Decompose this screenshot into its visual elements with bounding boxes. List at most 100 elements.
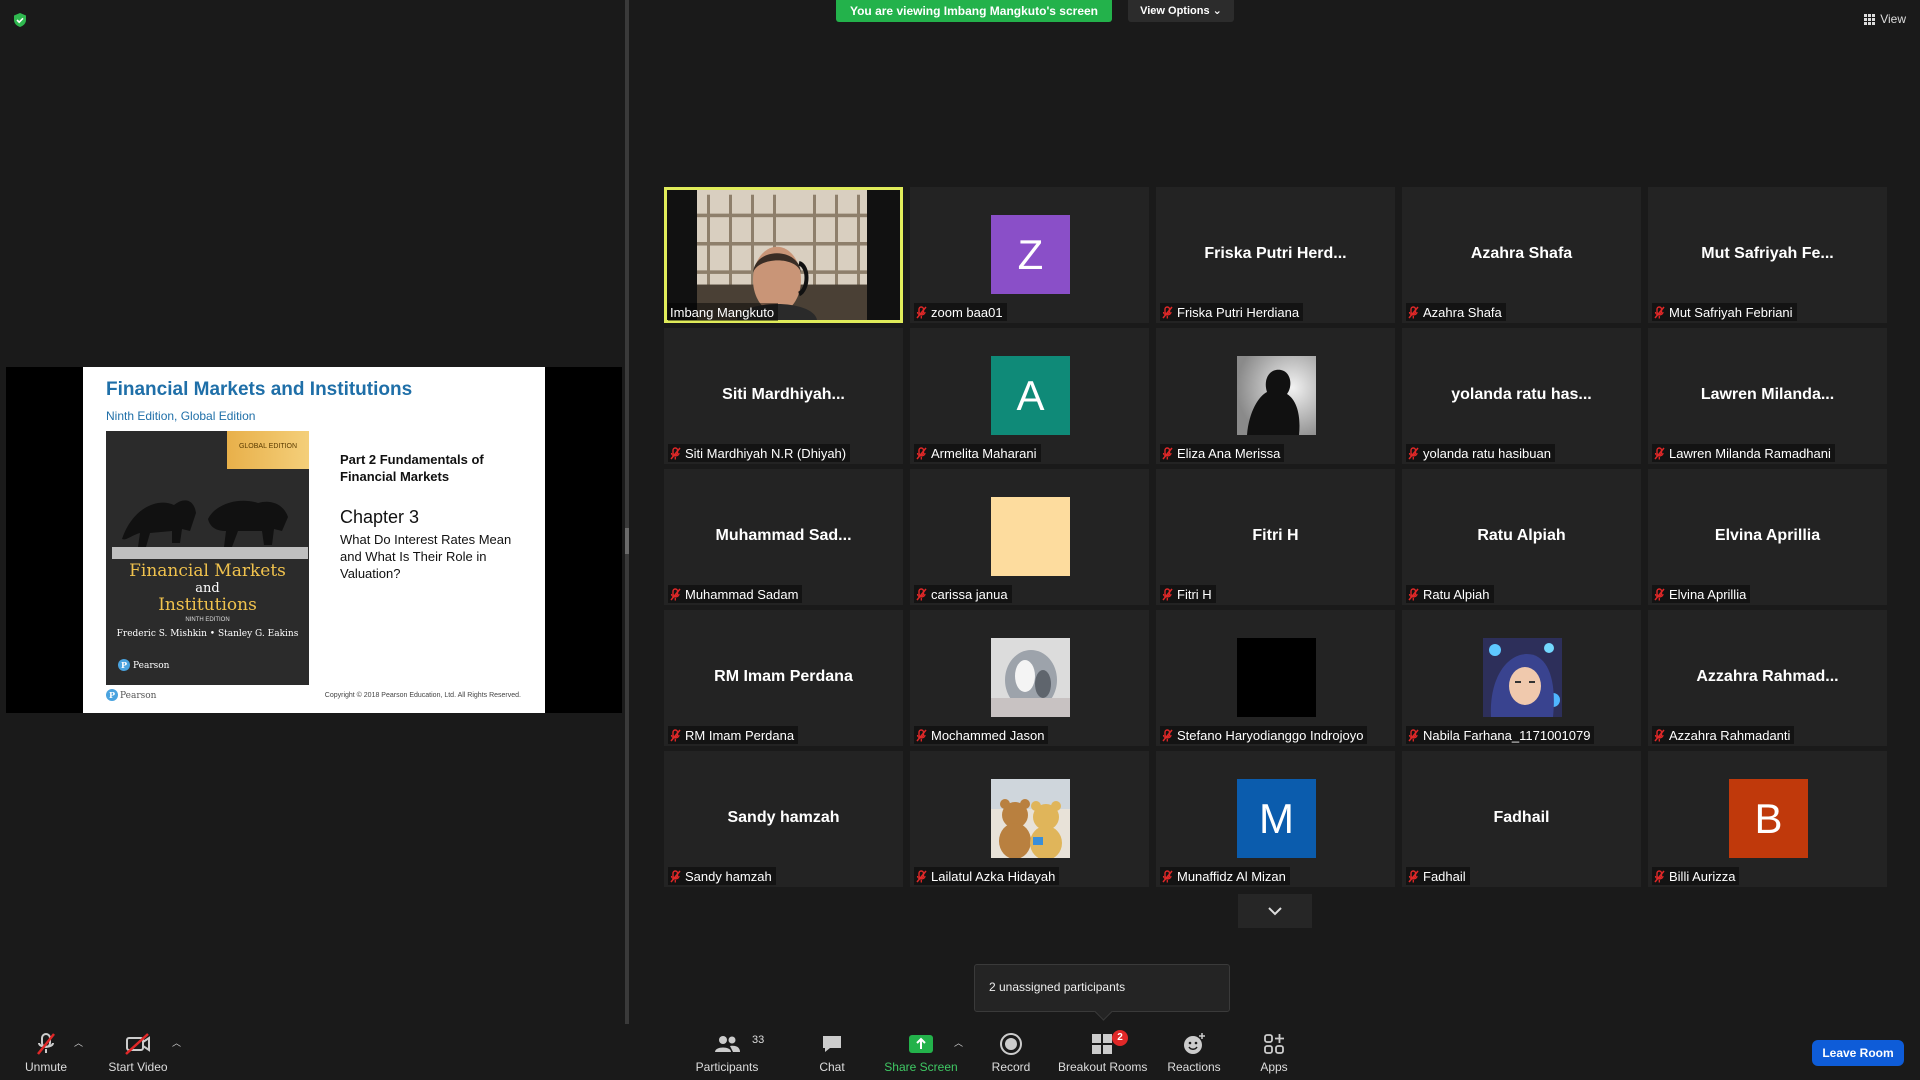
participant-name-label: Sandy hamzah [668, 867, 776, 885]
participant-tile-zoom-baa01[interactable]: Zzoom baa01 [910, 187, 1149, 323]
chat-label: Chat [819, 1060, 845, 1074]
apps-button[interactable]: Apps [1256, 1032, 1292, 1078]
participant-name-label: RM Imam Perdana [668, 726, 799, 744]
participant-name: carissa janua [931, 586, 1008, 602]
microphone-muted-icon [1408, 446, 1419, 459]
shared-slide-frame: Financial Markets and Institutions Ninth… [6, 367, 622, 713]
microphone-muted-icon [1408, 305, 1419, 318]
bull-bear-sculpture-image [112, 500, 308, 559]
participant-tile-azahra-shafa[interactable]: Azahra Shafa Azahra Shafa [1402, 187, 1641, 323]
chat-button[interactable]: Chat [812, 1032, 852, 1078]
participant-profile-photo [991, 779, 1070, 860]
participant-name: Nabila Farhana_1171001079 [1423, 727, 1591, 743]
participant-avatar: Z [991, 215, 1070, 294]
participant-tile-muhammad-sadam[interactable]: Muhammad Sad... Muhammad Sadam [664, 469, 903, 605]
video-options-caret-icon[interactable]: ︿ [172, 1036, 181, 1049]
participant-name-label: Fadhail [1406, 867, 1470, 885]
participant-name-label: Mut Safriyah Febriani [1652, 303, 1797, 321]
participant-tile-nabila-farhana-1171001079[interactable]: Nabila Farhana_1171001079 [1402, 610, 1641, 746]
participant-tile-elvina-aprillia[interactable]: Elvina Aprillia Elvina Aprillia [1648, 469, 1887, 605]
participant-name: RM Imam Perdana [685, 727, 795, 743]
participant-tile-mut-safriyah-febriani[interactable]: Mut Safriyah Fe... Mut Safriyah Febriani [1648, 187, 1887, 323]
share-screen-button[interactable]: Share Screen [884, 1032, 958, 1078]
participant-name-label: Azahra Shafa [1406, 303, 1506, 321]
view-options-button[interactable]: View Options ⌄ [1128, 0, 1234, 22]
slide-footer-logo: P Pearson [106, 689, 156, 701]
participant-tile-fadhail[interactable]: Fadhail Fadhail [1402, 751, 1641, 887]
slide-chapter: Chapter 3 [340, 507, 420, 527]
participant-name: Ratu Alpiah [1423, 586, 1490, 602]
book-title-line-3: Institutions [158, 595, 257, 615]
pane-divider-handle[interactable] [625, 528, 629, 554]
participant-tile-armelita-maharani[interactable]: A Armelita Maharani [910, 328, 1149, 464]
participant-tile-ratu-alpiah[interactable]: Ratu Alpiah Ratu Alpiah [1402, 469, 1641, 605]
participant-tile-carissa-janua[interactable]: carissa janua [910, 469, 1149, 605]
breakout-rooms-label: Breakout Rooms [1058, 1060, 1148, 1074]
participant-name: Azahra Shafa [1423, 304, 1502, 320]
participant-tile-rm-imam-perdana[interactable]: RM Imam Perdana RM Imam Perdana [664, 610, 903, 746]
participant-tile-stefano-haryodianggo-indrojoyo[interactable]: Stefano Haryodianggo Indrojoyo [1156, 610, 1395, 746]
unmute-label: Unmute [24, 1060, 68, 1074]
book-title-line-2: and [195, 581, 220, 596]
participant-tile-friska-putri-herdiana[interactable]: Friska Putri Herd... Friska Putri Herdian… [1156, 187, 1395, 323]
reactions-button[interactable]: Reactions [1166, 1032, 1222, 1078]
chat-bubble-icon [823, 1036, 841, 1052]
participant-tile-lailatul-azka-hidayah[interactable]: Lailatul Azka Hidayah [910, 751, 1149, 887]
participant-tile-lawren-milanda-ramadhani[interactable]: Lawren Milanda... Lawren Milanda Ramadhan… [1648, 328, 1887, 464]
participant-tile-billi-aurizza[interactable]: B Billi Aurizza [1648, 751, 1887, 887]
participant-avatar: A [991, 356, 1070, 435]
participant-tile-fitri-h[interactable]: Fitri H Fitri H [1156, 469, 1395, 605]
record-icon [1000, 1033, 1022, 1055]
slide-chapter-subtitle: What Do Interest Rates Mean and What Is … [340, 532, 512, 581]
participant-tile-azzahra-rahmadanti[interactable]: Azzahra Rahmad... Azzahra Rahmadanti [1648, 610, 1887, 746]
participant-name-label: yolanda ratu hasibuan [1406, 444, 1555, 462]
record-button[interactable]: Record [988, 1032, 1034, 1078]
participant-tile-munaffidz-al-mizan[interactable]: M Munaffidz Al Mizan [1156, 751, 1395, 887]
participants-button[interactable]: 33 Participants [692, 1032, 765, 1078]
participant-name-label: Eliza Ana Merissa [1160, 444, 1285, 462]
participant-name-label: Lailatul Azka Hidayah [914, 867, 1060, 885]
gallery-next-page-button[interactable] [1238, 894, 1312, 928]
participant-gallery: Imbang Mangkuto Zzoom baa01 Friska Putri H… [664, 187, 1888, 889]
book-cover-image: GLOBAL EDITION Financial Markets and Ins… [106, 431, 309, 685]
participant-name: Mut Safriyah Febriani [1669, 304, 1793, 320]
share-options-caret-icon[interactable]: ︿ [954, 1036, 963, 1049]
participant-video-feed [667, 190, 900, 320]
participants-label: Participants [695, 1060, 759, 1074]
participant-display-name: Fitri H [1252, 527, 1299, 544]
participant-tile-yolanda-ratu-hasibuan[interactable]: yolanda ratu has... yolanda ratu hasibuan [1402, 328, 1641, 464]
microphone-muted-icon [1654, 728, 1665, 741]
leave-room-button[interactable]: Leave Room [1812, 1040, 1904, 1066]
participant-tile-siti-mardhiyah-n-r-dhiyah[interactable]: Siti Mardhiyah... Siti Mardhiyah N.R (Dhi… [664, 328, 903, 464]
participant-name: Eliza Ana Merissa [1177, 445, 1281, 461]
pane-divider[interactable] [625, 0, 629, 1030]
unmute-button[interactable]: Unmute [20, 1032, 72, 1078]
participant-tile-eliza-ana-merissa[interactable]: Eliza Ana Merissa [1156, 328, 1395, 464]
participant-display-name: RM Imam Perdana [714, 668, 853, 685]
participant-display-name: Elvina Aprillia [1714, 527, 1821, 544]
microphone-muted-icon [1654, 869, 1665, 882]
participant-tile-mochammed-jason[interactable]: Mochammed Jason [910, 610, 1149, 746]
shared-screen-pane: Financial Markets and Institutions Ninth… [0, 0, 625, 1080]
unassigned-participants-tooltip[interactable]: 2 unassigned participants [974, 964, 1230, 1012]
participant-name: Lailatul Azka Hidayah [931, 868, 1056, 884]
participant-name-label: Fitri H [1160, 585, 1216, 603]
security-shield-icon[interactable] [12, 12, 28, 28]
chevron-down-icon [1268, 907, 1282, 916]
participant-tile-sandy-hamzah[interactable]: Sandy hamzah Sandy hamzah [664, 751, 903, 887]
audio-options-caret-icon[interactable]: ︿ [74, 1036, 83, 1049]
participant-display-name: Mut Safriyah Fe... [1701, 245, 1834, 262]
participant-tile-imbang-mangkuto[interactable]: Imbang Mangkuto [664, 187, 903, 323]
microphone-muted-icon [916, 587, 927, 600]
zoom-meeting-window: Financial Markets and Institutions Ninth… [0, 0, 1920, 1080]
participant-avatar: M [1237, 779, 1316, 858]
view-button[interactable]: View [1864, 12, 1906, 26]
microphone-muted-icon [37, 1033, 55, 1055]
participant-name-label: carissa janua [914, 585, 1012, 603]
breakout-rooms-button[interactable]: 2 Breakout Rooms [1058, 1030, 1148, 1078]
book-title-line-1: Financial Markets [129, 561, 286, 581]
share-screen-label: Share Screen [884, 1060, 958, 1074]
participant-name: yolanda ratu hasibuan [1423, 445, 1551, 461]
start-video-button[interactable]: Start Video [106, 1032, 170, 1078]
microphone-muted-icon [1162, 446, 1173, 459]
